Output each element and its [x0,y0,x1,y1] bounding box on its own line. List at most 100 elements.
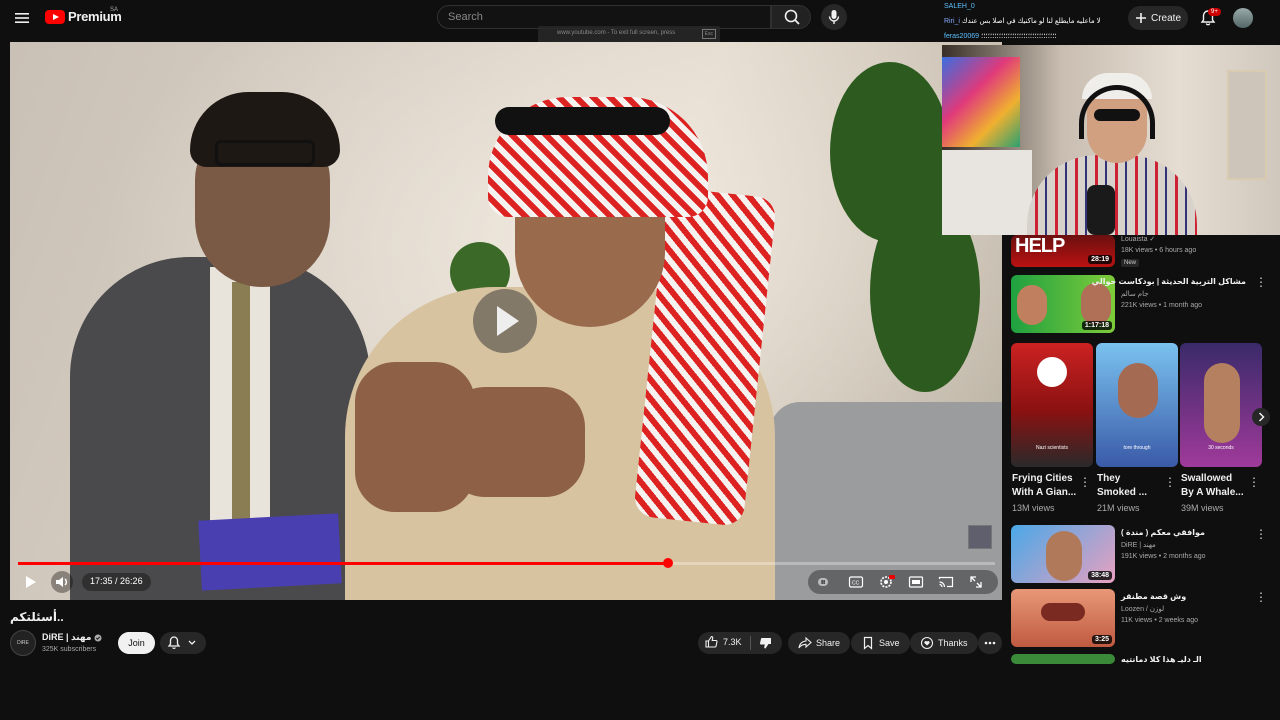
chat-username: Riri_i [944,18,960,25]
captions-button[interactable]: CC [848,575,864,589]
short-title-line[interactable]: Swallowed [1181,473,1232,484]
create-button[interactable]: Create [1128,6,1188,30]
video-channel[interactable]: DiRE | مهند [1121,541,1156,549]
video-title[interactable]: الـ دليـ هذا كلا دمانتيه [1121,655,1202,664]
short-title-line[interactable]: With A Gian... [1012,487,1076,498]
play-icon [26,576,36,588]
cast-button[interactable] [938,575,954,589]
bookmark-icon [863,636,873,650]
like-button[interactable]: 7.3K [704,635,742,649]
short-title-line[interactable]: They [1097,473,1120,484]
progress-scrubber-handle[interactable] [662,558,673,568]
more-actions-button[interactable] [978,632,1002,654]
short-thumbnail[interactable]: Nazi scientists [1011,343,1093,467]
more-options-icon[interactable] [1164,475,1176,491]
video-player[interactable] [10,42,1002,600]
chat-text: لا ماعليه مايطلع لنا لو ماكنيك في اصلا ب… [961,18,1101,25]
shelf [942,150,1032,235]
search-button[interactable] [771,5,811,29]
more-options-icon[interactable] [1255,527,1267,543]
person-left-tie [232,282,250,532]
top-bar: Premium SA Search [0,0,940,36]
video-channel[interactable]: Louaista ✓ [1121,235,1155,243]
autoplay-toggle[interactable] [815,575,831,589]
chat-message: feras20069 ؛؛؛؛؛؛؛؛؛؛؛؛؛؛؛؛؛؛؛؛؛؛؛؛؛؛؛؛؛… [944,32,1057,40]
youtube-play-icon [45,9,65,24]
volume-button[interactable] [51,571,73,593]
short-thumbnail[interactable]: tore through [1096,343,1178,467]
hamburger-menu-icon[interactable] [12,8,32,28]
video-title[interactable]: مشاكل التربية الحديثة | بودكاست حوالي [1092,277,1246,286]
video-channel[interactable]: جام سالم [1121,290,1149,298]
miniplayer-icon [908,576,924,588]
channel-avatar[interactable]: DiRE [10,630,36,656]
notification-count-badge: 9+ [1208,8,1221,16]
short-caption: tore through [1123,445,1151,451]
streamer-sunglasses [1094,109,1140,121]
save-button[interactable]: Save [851,632,910,654]
short-title[interactable]: Swallowed By A Whale... [1181,472,1244,500]
chevron-down-icon [188,640,196,645]
volume-icon [56,577,67,587]
purple-card [198,513,342,591]
thumbnail-lips [1041,603,1085,621]
more-options-icon[interactable] [1255,275,1267,291]
settings-button[interactable] [878,574,896,590]
play-button[interactable] [20,572,40,592]
big-play-button[interactable] [473,289,537,353]
share-button[interactable]: Share [788,632,851,654]
voice-search-button[interactable] [821,4,847,30]
thumbnail-face [1118,363,1158,418]
thumbnail-figure [1204,363,1240,443]
chat-text: ؛؛؛؛؛؛؛؛؛؛؛؛؛؛؛؛؛؛؛؛؛؛؛؛؛؛؛؛؛؛؛؛؛؛ [980,33,1057,40]
progress-bar-played [18,562,668,565]
thanks-button[interactable]: Thanks [910,632,978,654]
video-channel[interactable]: Loozen / لوزن [1121,605,1164,613]
share-icon [798,636,812,649]
short-title[interactable]: They Smoked ... [1097,472,1147,500]
streamer-microphone [1087,185,1115,235]
miniplayer-button[interactable] [908,575,924,589]
account-avatar[interactable] [1233,8,1253,28]
channel-name[interactable]: DiRE | مهند [42,632,102,643]
thanks-heart-icon [920,636,934,650]
video-meta: 11K views • 2 weeks ago [1121,617,1199,624]
more-options-icon[interactable] [1255,590,1267,606]
video-title[interactable]: وش قصة مطنقر [1121,592,1186,601]
shorts-next-button[interactable] [1252,408,1270,426]
search-icon [784,9,800,25]
short-views: 39M views [1181,503,1224,513]
autoplay-pause-icon [818,578,828,586]
like-count: 7.3K [723,637,742,647]
more-options-icon[interactable] [1079,475,1091,491]
save-label: Save [879,638,900,648]
time-total: 26:26 [120,576,143,586]
person-right-hand [445,387,585,497]
video-title[interactable]: موافقي معكم ( مندة ) [1121,528,1205,537]
exit-fullscreen-button[interactable] [968,574,984,590]
short-title[interactable]: Frying Cities With A Gian... [1012,472,1076,500]
video-thumbnail[interactable]: 38:48 [1011,525,1115,583]
video-thumbnail[interactable]: 3:25 [1011,589,1115,647]
create-label: Create [1150,12,1181,24]
emblem-graphic [1037,357,1067,387]
subscription-bell-button[interactable] [160,632,206,654]
channel-watermark[interactable] [968,525,992,549]
captions-icon: CC [848,576,864,588]
short-thumbnail[interactable]: 30 seconds [1180,343,1262,467]
logo-region: SA [110,7,119,13]
short-title-line[interactable]: Smoked ... [1097,487,1147,498]
short-title-line[interactable]: By A Whale... [1181,487,1244,498]
channel-label[interactable]: Louaista [1121,236,1147,243]
video-thumbnail[interactable]: HELP 28:19 [1011,235,1115,267]
thumbnail-face [1081,283,1111,325]
video-thumbnail[interactable] [1011,654,1115,664]
dislike-button[interactable] [759,636,773,650]
short-views: 13M views [1012,503,1055,513]
channel-name-text[interactable]: DiRE | مهند [42,632,91,643]
share-label: Share [816,638,841,648]
more-options-icon[interactable] [1248,475,1260,491]
esc-key-label: Esc [701,29,716,39]
join-button[interactable]: Join [118,632,155,654]
short-title-line[interactable]: Frying Cities [1012,473,1073,484]
